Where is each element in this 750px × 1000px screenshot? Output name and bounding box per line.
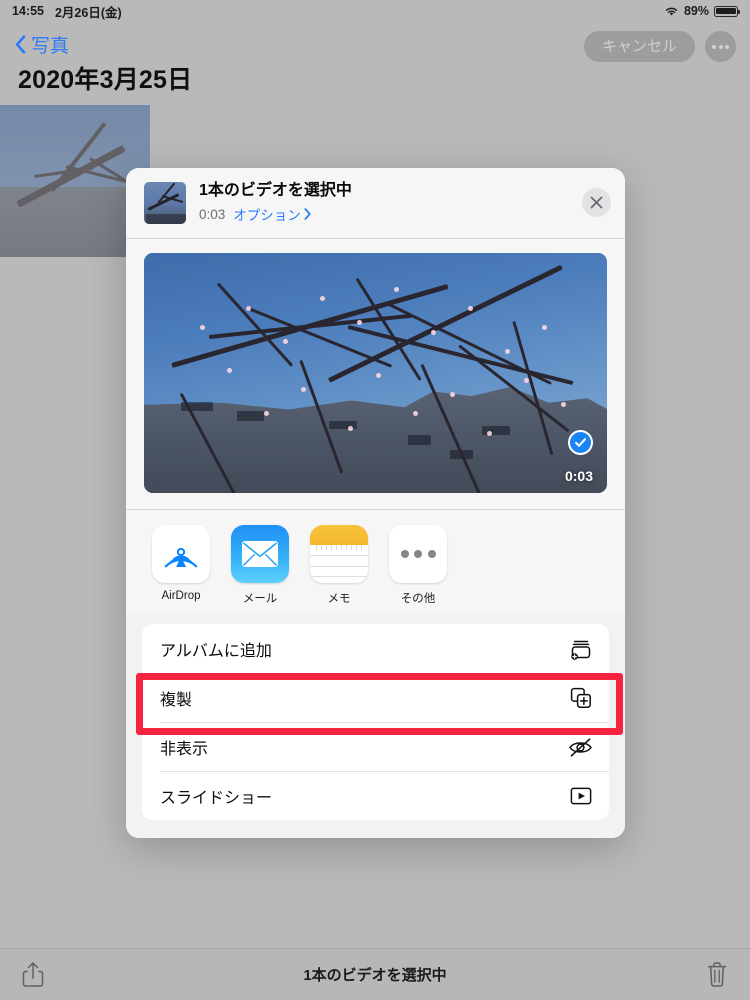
- video-preview[interactable]: 0:03: [144, 253, 607, 493]
- cancel-button[interactable]: キャンセル: [583, 31, 695, 62]
- notes-icon: [310, 525, 368, 583]
- preview-duration: 0:03: [564, 468, 593, 484]
- share-target-more[interactable]: その他: [388, 525, 448, 606]
- share-actions-wrap: アルバムに追加 複製 非表示 スライドショー: [126, 614, 625, 838]
- trash-icon[interactable]: [706, 961, 728, 988]
- share-target-notes[interactable]: メモ: [309, 525, 369, 606]
- share-target-label: AirDrop: [161, 590, 201, 602]
- share-sheet-header: 1本のビデオを選択中 0:03 オプション: [126, 168, 625, 239]
- video-preview-area: 0:03: [126, 239, 625, 510]
- status-time: 14:55: [12, 4, 44, 18]
- status-bar: 14:55 2月26日(金) 89%: [0, 0, 750, 22]
- share-sheet-duration: 0:03: [199, 206, 226, 222]
- hide-eye-slash-icon: [568, 734, 594, 760]
- cancel-button-label: キャンセル: [601, 38, 677, 55]
- action-label: 複製: [160, 691, 193, 709]
- share-target-mail[interactable]: メール: [230, 525, 290, 606]
- wifi-icon: [664, 6, 679, 17]
- action-duplicate[interactable]: 複製: [142, 673, 609, 722]
- action-label: スライドショー: [160, 789, 273, 807]
- airdrop-icon: [152, 525, 210, 583]
- ellipsis-icon: [389, 525, 447, 583]
- battery-percent: 89%: [683, 4, 709, 18]
- share-apps-row: AirDrop メール メモ その他: [126, 510, 625, 614]
- share-target-label: メモ: [327, 593, 351, 605]
- ellipsis-icon[interactable]: [705, 31, 736, 62]
- action-label: アルバムに追加: [160, 642, 272, 660]
- mail-icon: [231, 525, 289, 583]
- action-hide[interactable]: 非表示: [142, 722, 609, 771]
- action-label: 非表示: [160, 740, 209, 758]
- action-add-to-album[interactable]: アルバムに追加: [142, 624, 609, 673]
- selection-status-label: 1本のビデオを選択中: [303, 967, 447, 984]
- share-target-label: その他: [400, 593, 436, 605]
- slideshow-play-icon: [568, 783, 594, 809]
- checkmark-circle-icon[interactable]: [568, 430, 593, 455]
- chevron-left-icon: [15, 35, 26, 54]
- back-button-label: 写真: [31, 36, 70, 57]
- action-slideshow[interactable]: スライドショー: [142, 771, 609, 820]
- share-icon[interactable]: [22, 961, 44, 988]
- bottom-toolbar: 1本のビデオを選択中: [0, 948, 750, 1000]
- add-to-album-icon: [568, 636, 594, 662]
- close-icon[interactable]: [582, 188, 611, 217]
- page-title: 2020年3月25日: [18, 66, 193, 94]
- options-link-label: オプション: [233, 208, 301, 223]
- options-link[interactable]: オプション: [233, 204, 311, 224]
- battery-icon: [714, 5, 741, 17]
- back-button[interactable]: 写真: [15, 31, 69, 58]
- share-sheet-title: 1本のビデオを選択中: [199, 182, 352, 199]
- share-sheet: 1本のビデオを選択中 0:03 オプション 0:03 AirDrop メール メ…: [126, 168, 625, 838]
- share-actions-list: アルバムに追加 複製 非表示 スライドショー: [142, 624, 609, 820]
- share-target-airdrop[interactable]: AirDrop: [151, 525, 211, 606]
- video-thumbnail: [144, 181, 186, 224]
- duplicate-icon: [568, 685, 594, 711]
- status-date: 2月26日(金): [54, 5, 122, 20]
- chevron-right-icon: [304, 208, 311, 220]
- share-target-label: メール: [242, 593, 278, 605]
